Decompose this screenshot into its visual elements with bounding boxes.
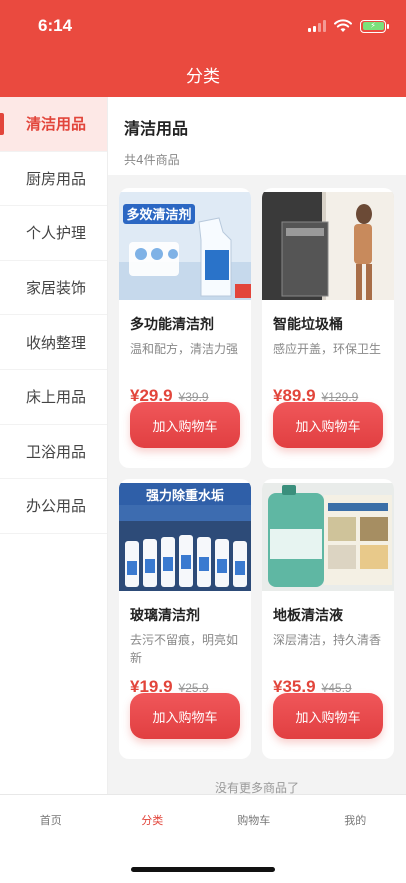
sidebar-item-storage[interactable]: 收纳整理 (0, 315, 107, 370)
battery-icon: ⚡ (360, 19, 389, 33)
app-header: 6:14 ⚡ 分类 (0, 0, 406, 97)
product-image: 强力除重水垢 (119, 483, 251, 591)
sidebar-item-label: 清洁用品 (26, 115, 87, 134)
tab-home[interactable]: 首页 (0, 795, 102, 845)
status-time: 6:14 (38, 16, 73, 35)
sidebar-item-bathroom[interactable]: 卫浴用品 (0, 425, 107, 480)
sidebar-item-bedding[interactable]: 床上用品 (0, 370, 107, 425)
image-caption: 多效清洁剂 (126, 207, 191, 223)
category-sidebar: 清洁用品 厨房用品 个人护理 家居装饰 收纳整理 床上用品 卫浴用品 办公用品 (0, 97, 108, 794)
status-icons: ⚡ (308, 18, 389, 34)
product-image (262, 192, 394, 300)
sidebar-item-home-decor[interactable]: 家居装饰 (0, 261, 107, 316)
product-card[interactable]: 强力除重水垢 玻璃清洁剂 去污不留痕，明亮如新 ¥19.9 ¥25.9 加入购物… (119, 479, 251, 759)
product-name: 地板清洁液 (273, 608, 343, 624)
sidebar-item-cleaning[interactable]: 清洁用品 (0, 97, 107, 152)
product-grid: 多效清洁剂 多功能清洁剂 温和配方，清洁力强 ¥29.9 ¥39.9 加入购物车 (119, 188, 399, 759)
product-name: 玻璃清洁剂 (130, 608, 200, 624)
product-description: 深层清洁，持久清香 (273, 633, 382, 647)
sidebar-item-label: 家居装饰 (26, 279, 87, 298)
product-image: 多效清洁剂 (119, 192, 251, 300)
sidebar-item-label: 卫浴用品 (26, 442, 87, 461)
sidebar-item-label: 个人护理 (26, 224, 87, 243)
sidebar-item-kitchen[interactable]: 厨房用品 (0, 152, 107, 207)
tab-category[interactable]: 分类 (102, 795, 204, 845)
add-to-cart-button[interactable]: 加入购物车 (273, 402, 383, 448)
add-to-cart-button[interactable]: 加入购物车 (130, 693, 240, 739)
category-header: 清洁用品 共4件商品 (108, 97, 406, 175)
product-description: 感应开盖，环保卫生 (273, 342, 382, 356)
home-indicator[interactable] (131, 867, 275, 872)
sidebar-item-label: 办公用品 (26, 497, 87, 516)
sidebar-item-label: 床上用品 (26, 388, 87, 407)
product-card[interactable]: 多效清洁剂 多功能清洁剂 温和配方，清洁力强 ¥29.9 ¥39.9 加入购物车 (119, 188, 251, 468)
product-description: 去污不留痕，明亮如新 (130, 633, 239, 665)
product-area[interactable]: 清洁用品 共4件商品 多效清洁剂 多功能清洁剂 温和配方，清洁力强 ¥29.9 … (108, 97, 406, 794)
add-to-cart-button[interactable]: 加入购物车 (273, 693, 383, 739)
image-caption: 强力除重水垢 (146, 488, 224, 504)
product-name: 智能垃圾桶 (273, 317, 343, 333)
signal-icon (308, 20, 326, 32)
page-title: 分类 (186, 67, 220, 87)
sidebar-item-personal-care[interactable]: 个人护理 (0, 206, 107, 261)
sidebar-item-label: 厨房用品 (26, 169, 87, 188)
product-card[interactable]: 智能垃圾桶 感应开盖，环保卫生 ¥89.9 ¥129.9 加入购物车 (262, 188, 394, 468)
end-of-list-note: 没有更多商品了 (214, 781, 299, 794)
tab-profile[interactable]: 我的 (305, 795, 406, 845)
product-card[interactable]: 地板清洁液 深层清洁，持久清香 ¥35.9 ¥45.9 加入购物车 (262, 479, 394, 759)
wifi-icon (334, 19, 352, 32)
product-count: 共4件商品 (124, 153, 180, 167)
product-description: 温和配方，清洁力强 (130, 342, 239, 356)
product-image (262, 483, 394, 591)
product-name: 多功能清洁剂 (130, 317, 214, 333)
add-to-cart-button[interactable]: 加入购物车 (130, 402, 240, 448)
sidebar-item-label: 收纳整理 (26, 333, 87, 352)
sidebar-item-office[interactable]: 办公用品 (0, 479, 107, 534)
tab-cart[interactable]: 购物车 (203, 795, 305, 845)
bottom-tab-bar: 首页 分类 购物车 我的 (0, 794, 406, 883)
category-title: 清洁用品 (124, 119, 189, 138)
